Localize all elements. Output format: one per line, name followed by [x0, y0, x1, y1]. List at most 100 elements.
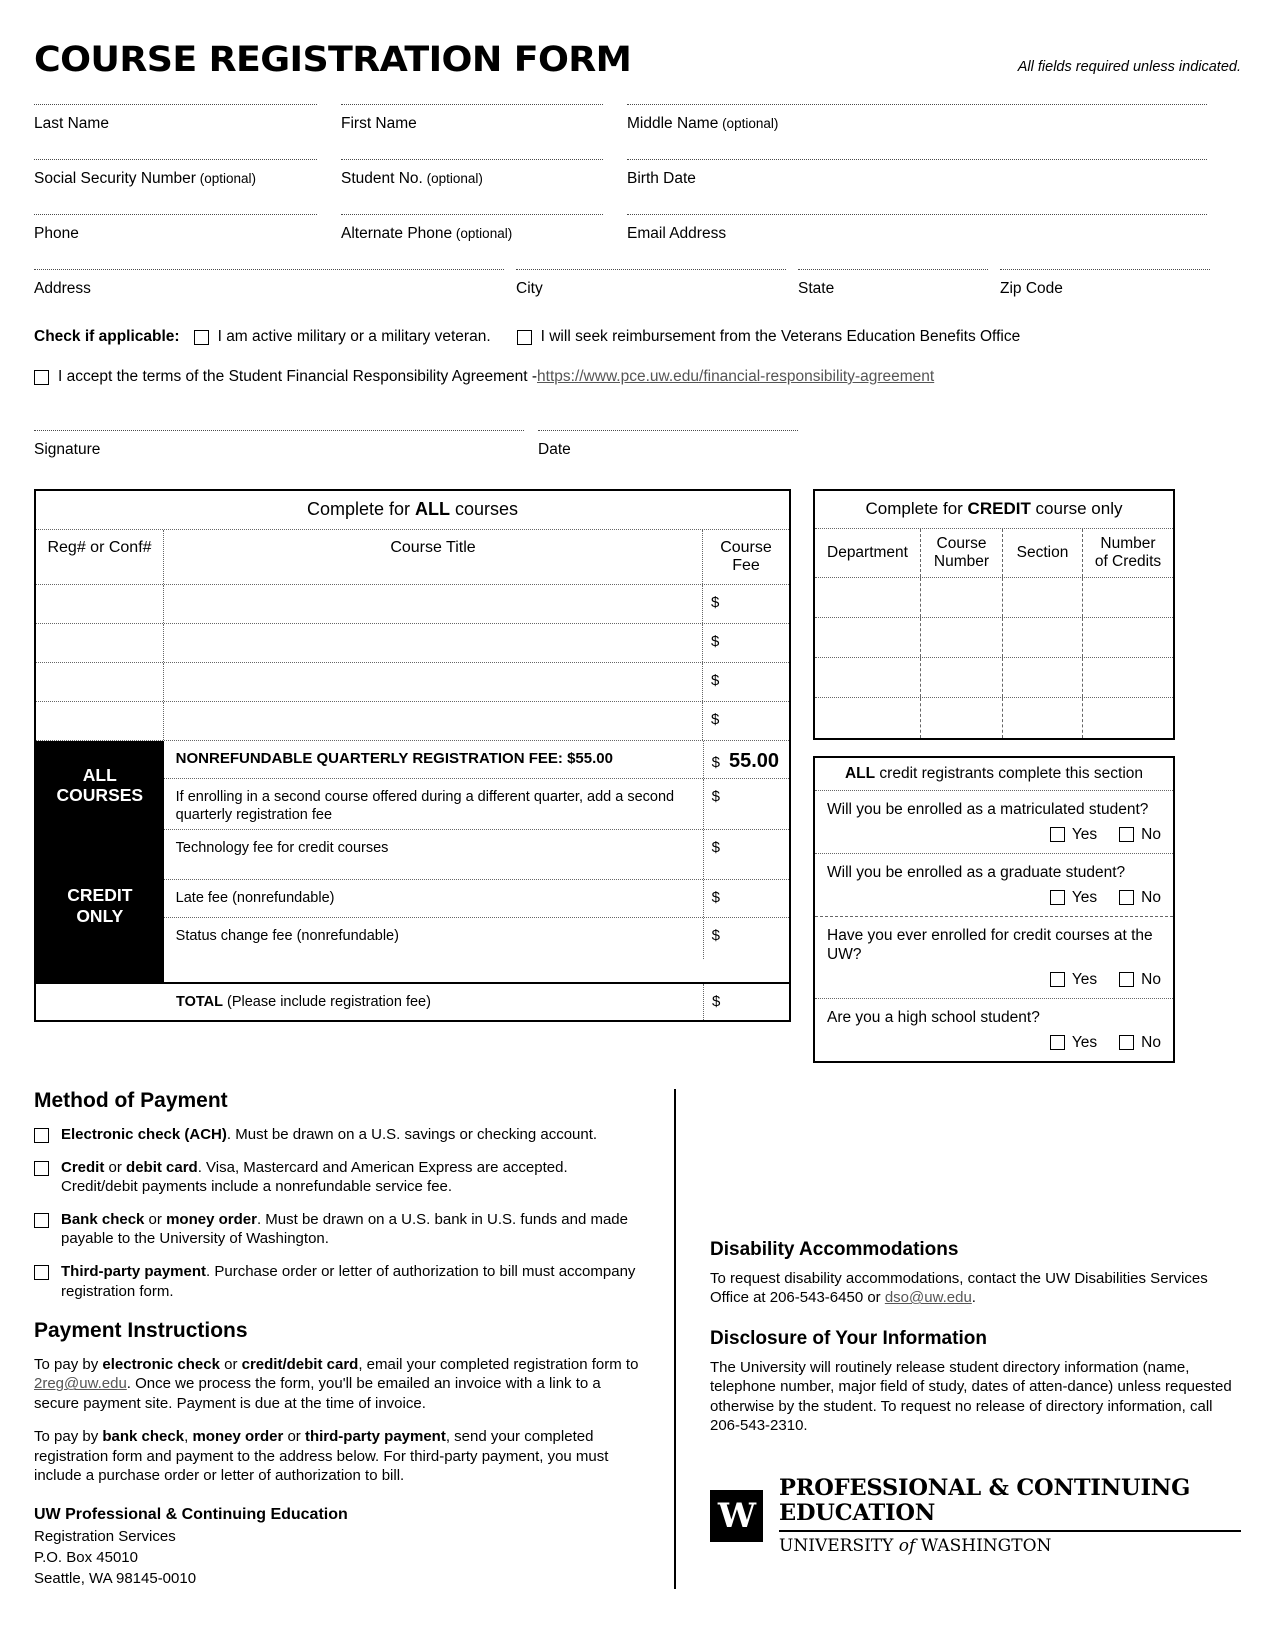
high-school-yes-checkbox[interactable] — [1049, 1035, 1065, 1051]
total-amount[interactable]: $ — [703, 984, 789, 1021]
prior-uw-no-checkbox[interactable] — [1119, 972, 1135, 988]
cell-department[interactable] — [815, 658, 921, 697]
city-field[interactable]: City — [516, 269, 786, 298]
fee-amount-technology[interactable]: $ — [702, 829, 789, 879]
phone-row: Phone Alternate Phone (optional) Email A… — [34, 214, 1241, 243]
disability-email-link[interactable]: dso@uw.edu — [885, 1289, 972, 1306]
cell-title[interactable] — [164, 624, 703, 662]
birth-date-field[interactable]: Birth Date — [627, 159, 1207, 188]
total-row: TOTAL (Please include registration fee) … — [36, 982, 789, 1021]
fee-amount-status-change[interactable]: $ — [702, 917, 789, 959]
cell-credits[interactable] — [1083, 658, 1173, 697]
fee-amount-late[interactable]: $ — [702, 879, 789, 917]
logo-line-1: PROFESSIONAL & CONTINUING EDUCATION — [779, 1475, 1241, 1532]
p1-c: or — [219, 1355, 242, 1373]
cell-reg[interactable] — [36, 585, 164, 623]
cell-fee[interactable]: $ — [703, 702, 789, 740]
table-row[interactable]: $ — [36, 702, 789, 741]
cell-department[interactable] — [815, 618, 921, 657]
cell-section[interactable] — [1003, 698, 1083, 738]
matriculated-no-checkbox[interactable] — [1119, 827, 1135, 843]
fee-amount-second-quarter[interactable]: $ — [702, 778, 789, 829]
state-field[interactable]: State — [798, 269, 988, 298]
cell-credits[interactable] — [1083, 698, 1173, 738]
alt-phone-field[interactable]: Alternate Phone (optional) — [341, 214, 603, 243]
cell-credits[interactable] — [1083, 618, 1173, 657]
prior-uw-yes-checkbox[interactable] — [1049, 972, 1065, 988]
bank-check-mid: or — [144, 1211, 167, 1229]
table-row[interactable]: $ — [36, 585, 789, 624]
table-row[interactable] — [815, 578, 1173, 618]
address-label: Address — [34, 280, 91, 297]
student-no-field[interactable]: Student No. (optional) — [341, 159, 603, 188]
matriculated-yes-checkbox[interactable] — [1049, 827, 1065, 843]
uw-w-logo-icon: W — [710, 1489, 764, 1542]
cell-fee[interactable]: $ — [703, 624, 789, 662]
matriculated-yes-label: Yes — [1071, 825, 1098, 843]
email-field[interactable]: Email Address — [627, 214, 1207, 243]
last-name-field[interactable]: Last Name — [34, 104, 317, 133]
table-row[interactable]: $ — [36, 663, 789, 702]
cell-title[interactable] — [164, 663, 703, 701]
cell-course-number[interactable] — [921, 658, 1003, 697]
cell-reg[interactable] — [36, 702, 164, 740]
cell-credits[interactable] — [1083, 578, 1173, 617]
payment-option-bank-check[interactable]: Bank check or money order. Must be drawn… — [34, 1210, 648, 1248]
cell-section[interactable] — [1003, 658, 1083, 697]
military-checkbox[interactable] — [193, 329, 209, 345]
address-field[interactable]: Address — [34, 269, 504, 298]
dollar-sign: $ — [712, 993, 721, 1010]
phone-field[interactable]: Phone — [34, 214, 317, 243]
date-field[interactable]: Date — [538, 430, 798, 459]
table-row[interactable] — [815, 618, 1173, 658]
tables-section: Complete for ALL courses Reg# or Conf# C… — [34, 489, 1241, 1063]
bank-check-checkbox[interactable] — [34, 1213, 49, 1229]
last-name-label: Last Name — [34, 115, 109, 132]
table-row[interactable] — [815, 698, 1173, 738]
table-row[interactable]: $ — [36, 624, 789, 663]
cell-reg[interactable] — [36, 663, 164, 701]
credits-line2: of Credits — [1094, 553, 1162, 570]
zip-field[interactable]: Zip Code — [1000, 269, 1210, 298]
fee-label-status-change: Status change fee (nonrefundable) — [175, 927, 399, 944]
cell-section[interactable] — [1003, 618, 1083, 657]
payment-option-card[interactable]: Credit or debit card. Visa, Mastercard a… — [34, 1158, 648, 1196]
third-party-bold: Third-party payment — [61, 1263, 207, 1281]
high-school-no-checkbox[interactable] — [1119, 1035, 1135, 1051]
payment-option-ach[interactable]: Electronic check (ACH). Must be drawn on… — [34, 1125, 648, 1144]
cell-fee[interactable]: $ — [703, 663, 789, 701]
middle-name-field[interactable]: Middle Name (optional) — [627, 104, 1207, 133]
card-checkbox[interactable] — [34, 1160, 49, 1176]
cell-department[interactable] — [815, 578, 921, 617]
ssn-field[interactable]: Social Security Number (optional) — [34, 159, 317, 188]
question-graduate: Will you be enrolled as a graduate stude… — [815, 854, 1173, 917]
registration-email-link[interactable]: 2reg@uw.edu — [34, 1375, 127, 1392]
credit-column: Complete for CREDIT course only Departme… — [813, 489, 1175, 1063]
form-header: COURSE REGISTRATION FORM All fields requ… — [34, 22, 1241, 78]
cell-department[interactable] — [815, 698, 921, 738]
cell-title[interactable] — [164, 702, 703, 740]
cell-course-number[interactable] — [921, 698, 1003, 738]
cell-course-number[interactable] — [921, 578, 1003, 617]
financial-agreement-checkbox[interactable] — [34, 369, 49, 385]
signature-field[interactable]: Signature — [34, 430, 524, 459]
cell-reg[interactable] — [36, 624, 164, 662]
fee-row-technology: Technology fee for credit courses $ — [163, 829, 789, 880]
financial-agreement-link[interactable]: https://www.pce.uw.edu/financial-respons… — [537, 368, 934, 386]
graduate-yes-checkbox[interactable] — [1049, 890, 1065, 906]
cell-course-number[interactable] — [921, 618, 1003, 657]
third-party-checkbox[interactable] — [34, 1265, 49, 1281]
table-row[interactable] — [815, 658, 1173, 698]
cell-title[interactable] — [164, 585, 703, 623]
cell-fee[interactable]: $ — [703, 585, 789, 623]
question-graduate-text: Will you be enrolled as a graduate stude… — [827, 863, 1126, 881]
first-name-field[interactable]: First Name — [341, 104, 603, 133]
veterans-benefits-checkbox[interactable] — [516, 329, 532, 345]
fee-label-second-quarter: If enrolling in a second course offered … — [175, 788, 675, 823]
payment-option-third-party[interactable]: Third-party payment. Purchase order or l… — [34, 1262, 648, 1300]
graduate-no-checkbox[interactable] — [1119, 890, 1135, 906]
ach-checkbox[interactable] — [34, 1127, 49, 1143]
payment-instructions-heading: Payment Instructions — [34, 1318, 248, 1342]
credit-questions-caption-rest: credit registrants complete this section — [875, 765, 1144, 782]
cell-section[interactable] — [1003, 578, 1083, 617]
